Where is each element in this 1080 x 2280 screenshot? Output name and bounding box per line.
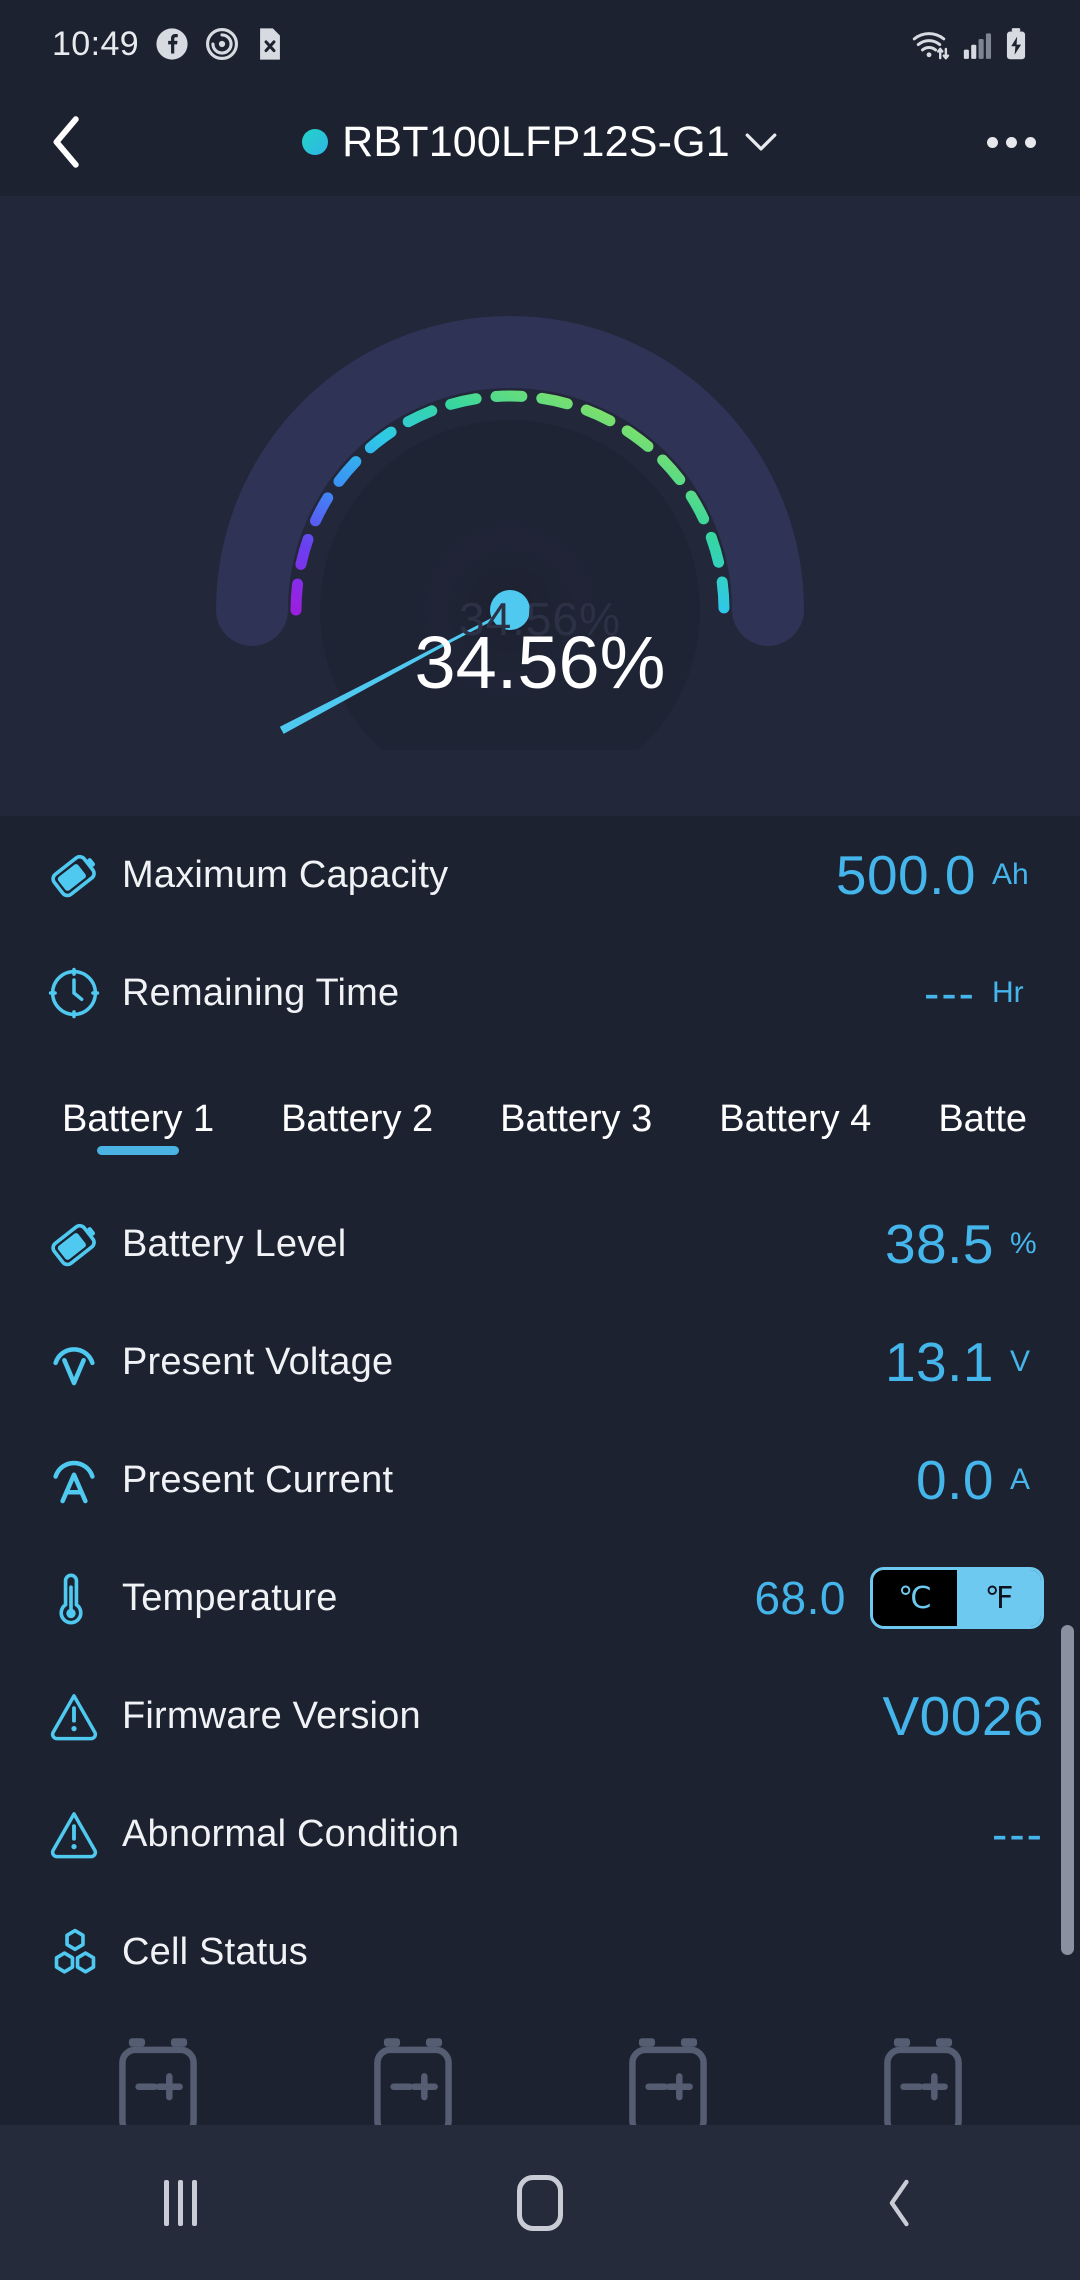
temp-unit-fahrenheit[interactable]: ℉ — [957, 1570, 1041, 1626]
row-present-voltage[interactable]: Present Voltage 13.1 V — [0, 1303, 1080, 1421]
wifi-icon — [912, 32, 950, 60]
row-temperature[interactable]: Temperature 68.0 ℃ ℉ — [0, 1539, 1080, 1657]
detail-list: Battery Level 38.5 % Present Voltage 13.… — [0, 1185, 1080, 2011]
more-dot — [1005, 136, 1017, 148]
app-screen: 10:49 RBT100LFP12S-G1 34.56% 34.56% Maxi… — [0, 0, 1080, 2280]
tab-battery-5[interactable]: Batte — [938, 1072, 1027, 1141]
cell-hex-icon — [46, 1923, 122, 1981]
status-bar-right — [910, 27, 1028, 61]
row-unit: Hr — [992, 976, 1024, 1009]
recents-bar — [191, 2179, 197, 2226]
tab-label: Battery 3 — [500, 1098, 653, 1140]
temperature-unit-toggle[interactable]: ℃ ℉ — [870, 1567, 1044, 1629]
overflow-menu-button[interactable] — [976, 109, 1046, 175]
row-value: 68.0 — [754, 1572, 846, 1624]
row-label: Present Voltage — [122, 1340, 394, 1383]
voltage-v-icon — [46, 1333, 122, 1391]
row-battery-level[interactable]: Battery Level 38.5 % — [0, 1185, 1080, 1303]
battery-tilt-icon — [46, 846, 122, 904]
tab-battery-4[interactable]: Battery 4 — [719, 1072, 871, 1141]
row-label: Maximum Capacity — [122, 853, 449, 896]
row-label: Remaining Time — [122, 971, 400, 1014]
current-a-icon — [46, 1451, 122, 1509]
device-name[interactable]: RBT100LFP12S-G1 — [342, 118, 730, 167]
chevron-left-icon — [53, 116, 79, 168]
summary-list: Maximum Capacity 500.0 Ah Remaining Time… — [0, 816, 1080, 1052]
row-label: Temperature — [122, 1576, 338, 1619]
row-firmware-version[interactable]: Firmware Version V0026 — [0, 1657, 1080, 1775]
tab-label: Batte — [938, 1098, 1028, 1140]
row-label: Cell Status — [122, 1930, 308, 1973]
more-dot — [1024, 136, 1036, 148]
row-value: --- — [924, 967, 976, 1019]
row-value: 13.1 — [884, 1331, 994, 1393]
nav-back-button[interactable] — [825, 2153, 975, 2253]
recents-bar — [163, 2179, 169, 2226]
recents-bar — [177, 2179, 183, 2226]
row-present-current[interactable]: Present Current 0.0 A — [0, 1421, 1080, 1539]
row-label: Present Current — [122, 1458, 394, 1501]
android-nav-bar — [0, 2125, 1080, 2280]
row-unit: A — [1010, 1463, 1031, 1496]
tab-label: Battery 4 — [719, 1098, 872, 1140]
tab-label: Battery 1 — [62, 1098, 215, 1140]
home-icon — [517, 2174, 563, 2231]
gauge-value-text: 34.56% — [414, 621, 666, 704]
row-value: --- — [992, 1808, 1044, 1860]
row-maximum-capacity[interactable]: Maximum Capacity 500.0 Ah — [0, 816, 1080, 934]
gauge-panel: 34.56% 34.56% — [0, 196, 1080, 816]
row-unit: % — [1010, 1227, 1037, 1260]
row-label: Battery Level — [122, 1222, 347, 1265]
device-title-group: RBT100LFP12S-G1 — [0, 88, 1080, 196]
row-value: 0.0 — [916, 1449, 994, 1511]
facebook-icon — [156, 28, 188, 60]
signal-icon — [963, 33, 992, 59]
warning-triangle-icon — [46, 1688, 122, 1744]
tab-label: Battery 2 — [281, 1098, 434, 1140]
back-button[interactable] — [34, 109, 100, 175]
battery-tilt-icon — [46, 1215, 122, 1273]
battery-tabs[interactable]: Battery 1 Battery 2 Battery 3 Battery 4 … — [0, 1072, 1080, 1180]
status-bar: 10:49 — [0, 0, 1080, 88]
soc-gauge: 34.56% 34.56% — [200, 210, 880, 800]
temp-unit-celsius[interactable]: ℃ — [873, 1570, 957, 1626]
battery-charging-icon — [1006, 28, 1026, 60]
row-remaining-time[interactable]: Remaining Time --- Hr — [0, 934, 1080, 1052]
vertical-scrollbar[interactable] — [1061, 1625, 1074, 1955]
clock-icon — [46, 965, 122, 1021]
sim-x-icon — [260, 28, 281, 60]
chevron-down-icon — [745, 133, 777, 151]
row-cell-status[interactable]: Cell Status — [0, 1893, 1080, 2011]
row-abnormal-condition[interactable]: Abnormal Condition --- — [0, 1775, 1080, 1893]
warning-triangle-icon — [46, 1806, 122, 1862]
row-label: Firmware Version — [122, 1694, 421, 1737]
more-dot — [986, 136, 998, 148]
status-bar-left: 10:49 — [52, 25, 285, 64]
nav-recents-button[interactable] — [105, 2153, 255, 2253]
row-unit: Ah — [992, 858, 1029, 891]
tab-battery-2[interactable]: Battery 2 — [281, 1072, 433, 1141]
nav-home-button[interactable] — [465, 2153, 615, 2253]
row-value: 38.5 — [884, 1213, 994, 1275]
tab-active-indicator — [97, 1146, 180, 1155]
row-unit: V — [1010, 1345, 1031, 1378]
app-header: RBT100LFP12S-G1 — [0, 88, 1080, 196]
tab-battery-3[interactable]: Battery 3 — [500, 1072, 652, 1141]
thermometer-icon — [46, 1569, 122, 1627]
row-value: V0026 — [882, 1685, 1044, 1747]
connection-status-dot — [302, 129, 329, 155]
row-label: Abnormal Condition — [122, 1812, 460, 1855]
row-value: 500.0 — [835, 844, 976, 906]
tab-battery-1[interactable]: Battery 1 — [62, 1072, 215, 1155]
nav-back-icon — [889, 2179, 909, 2226]
clock-alarm-icon — [206, 27, 239, 61]
recents-icon — [163, 2179, 197, 2226]
status-bar-clock: 10:49 — [52, 24, 140, 63]
device-dropdown-button[interactable] — [744, 131, 778, 153]
